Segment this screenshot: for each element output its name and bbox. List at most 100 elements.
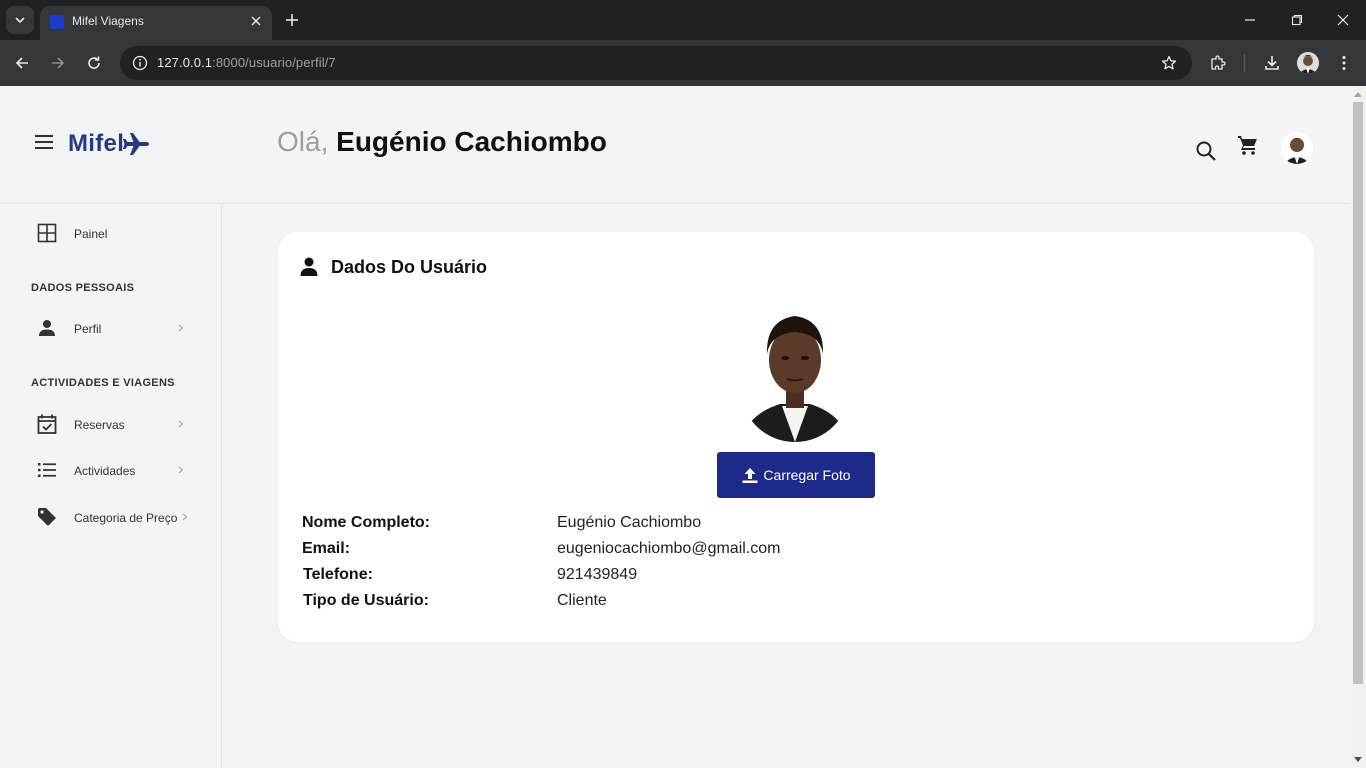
plus-icon [286,14,298,26]
new-tab-button[interactable] [280,8,304,32]
url-path: :8000/usuario/perfil/7 [212,55,336,70]
person-icon [36,317,58,339]
page-greeting: Olá, Eugénio Cachiombo [277,126,607,158]
site-info-button[interactable] [128,51,152,75]
info-row-tipo: Tipo de Usuário: Cliente [303,592,1103,616]
upload-icon [742,468,758,483]
sidebar-item-actividades[interactable]: Actividades [0,453,221,489]
chevron-right-icon [176,417,186,431]
close-icon [251,16,261,26]
forward-button[interactable] [46,51,70,75]
site-logo[interactable]: Mifel [68,130,150,158]
field-value: eugeniocachiombo@gmail.com [557,540,781,557]
tab-title: Mifel Viagens [72,14,144,28]
reload-icon [88,56,100,69]
upload-photo-label: Carregar Foto [763,467,851,483]
forward-icon [52,57,65,69]
chevron-right-icon [176,321,186,335]
sidebar-item-painel[interactable]: Painel [0,216,221,252]
card-title: Dados Do Usuário [331,257,488,277]
user-data-card: Dados Do Usuário Carregar Foto Nome Comp… [278,232,1314,642]
info-row-nome: Nome Completo: Eugénio Cachiombo [302,514,1102,538]
search-icon [1196,141,1216,161]
greeting-user-name: Eugénio Cachiombo [336,126,607,157]
field-value: Eugénio Cachiombo [557,514,702,531]
star-icon [1161,55,1177,70]
favicon-icon [50,15,64,29]
sidebar-section-activities: ACTIVIDADES E VIAGENS [31,377,175,389]
user-photo [740,302,850,442]
close-window-button[interactable] [1331,8,1355,32]
extensions-icon [1211,55,1226,70]
minimize-button[interactable] [1238,8,1262,32]
chevron-right-icon [176,463,186,477]
field-value: 921439849 [557,566,638,583]
url-host: 127.0.0.1 [157,55,213,70]
page: Mifel Olá, Eugénio Cachiombo Painel DADO… [0,86,1350,768]
calendar-check-icon [36,413,58,435]
url-text: 127.0.0.1:8000/usuario/perfil/7 [157,55,336,70]
address-bar[interactable]: 127.0.0.1:8000/usuario/perfil/7 [120,46,1192,80]
toolbar-separator [1244,54,1245,72]
extensions-button[interactable] [1206,51,1230,75]
browser-menu-button[interactable] [1332,51,1356,75]
sidebar-item-perfil[interactable]: Perfil [0,311,221,347]
field-label: Tipo de Usuário: [303,592,429,609]
search-button[interactable] [1193,138,1219,164]
info-row-email: Email: eugeniocachiombo@gmail.com [302,540,1102,564]
avatar-icon [1297,52,1319,74]
chevron-right-icon [180,510,190,524]
downloads-button[interactable] [1260,51,1284,75]
site-header: Mifel Olá, Eugénio Cachiombo [0,86,1350,204]
kebab-menu-icon [1342,56,1346,70]
info-icon [132,55,148,71]
scroll-down-arrow[interactable] [1354,757,1362,762]
person-icon [300,256,318,276]
browser-tab[interactable]: Mifel Viagens [40,6,272,40]
sidebar-item-reservas[interactable]: Reservas [0,407,221,443]
grid-icon [36,222,58,244]
menu-icon [35,135,53,137]
field-label: Nome Completo: [302,514,430,531]
scroll-thumb[interactable] [1353,102,1363,684]
close-tab-button[interactable] [248,13,264,29]
page-scrollbar[interactable] [1350,86,1366,768]
greeting-hello: Olá, [277,126,329,157]
scroll-up-arrow[interactable] [1354,92,1362,97]
profile-avatar-button[interactable] [1297,52,1319,74]
back-button[interactable] [10,51,34,75]
browser-toolbar: 127.0.0.1:8000/usuario/perfil/7 [0,40,1366,86]
tag-icon [36,506,58,528]
reload-button[interactable] [82,51,106,75]
user-avatar[interactable] [1281,132,1313,164]
back-icon [15,57,28,69]
restore-icon [1291,14,1303,26]
avatar-photo [1281,132,1313,164]
menu-toggle-button[interactable] [35,135,53,149]
cart-button[interactable] [1235,132,1261,158]
field-value: Cliente [557,592,607,609]
chevron-down-icon [15,17,25,24]
restore-button[interactable] [1285,8,1309,32]
sidebar: Painel DADOS PESSOAIS Perfil ACTIVIDADES… [0,204,222,768]
download-icon [1265,56,1279,70]
close-icon [1337,14,1349,26]
sidebar-label: Painel [74,227,108,241]
bookmark-button[interactable] [1158,52,1180,74]
tab-search-button[interactable] [6,6,34,34]
upload-photo-button[interactable]: Carregar Foto [717,452,875,498]
list-icon [36,459,58,481]
sidebar-label: Perfil [74,322,102,336]
airplane-icon [123,133,150,155]
browser-tab-bar: Mifel Viagens [0,0,1366,40]
cart-icon [1238,136,1257,155]
user-photo-image [740,302,850,442]
info-row-telefone: Telefone: 921439849 [303,566,1103,590]
sidebar-item-categoria-preco[interactable]: Categoria de Preço [0,500,221,536]
sidebar-section-personal: DADOS PESSOAIS [31,282,135,294]
sidebar-label: Actividades [74,464,136,478]
logo-text: Mifel [68,130,125,157]
sidebar-label: Categoria de Preço [74,511,178,525]
field-label: Email: [302,540,351,557]
field-label: Telefone: [303,566,373,583]
